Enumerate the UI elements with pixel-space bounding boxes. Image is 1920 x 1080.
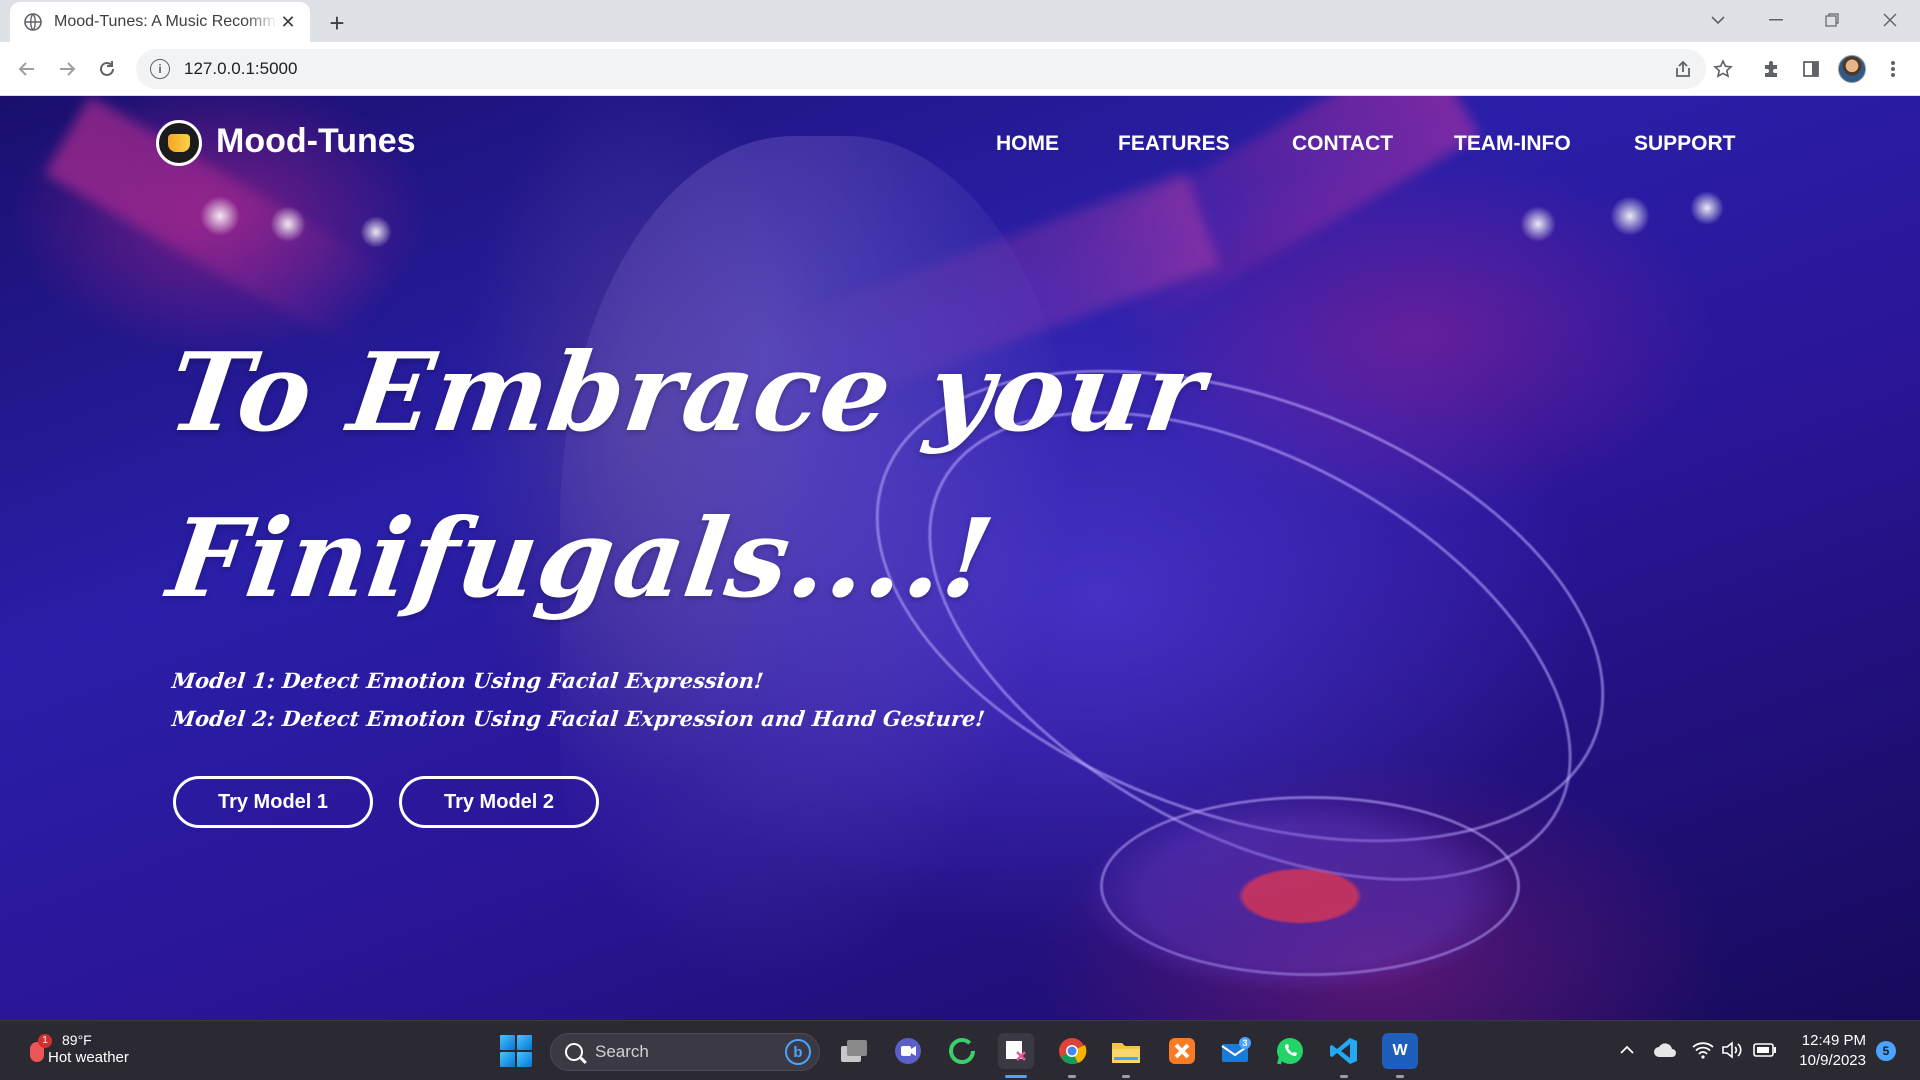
tab-search-icon[interactable] xyxy=(1690,0,1746,40)
model-1-description: Model 1: Detect Emotion Using Facial Exp… xyxy=(170,668,765,693)
site-navbar: Mood-Tunes HOME FEATURES CONTACT TEAM-IN… xyxy=(0,96,1920,196)
windows-start-icon[interactable] xyxy=(500,1035,532,1067)
volume-icon[interactable] xyxy=(1720,1037,1746,1063)
chevron-up-icon[interactable] xyxy=(1614,1037,1640,1063)
battery-icon[interactable] xyxy=(1752,1037,1778,1063)
browser-toolbar: i 127.0.0.1:5000 xyxy=(0,42,1920,96)
snipping-tool-icon[interactable] xyxy=(998,1033,1034,1069)
task-view-icon[interactable] xyxy=(836,1033,872,1069)
nav-support[interactable]: SUPPORT xyxy=(1634,132,1736,156)
site-brand[interactable]: Mood-Tunes xyxy=(216,122,416,161)
nav-team-info[interactable]: TEAM-INFO xyxy=(1454,132,1571,156)
weather-badge: 1 xyxy=(38,1033,52,1048)
hero-heading-line-2: Finifugals....! xyxy=(161,496,1002,622)
running-app-indicator xyxy=(1340,1075,1348,1078)
globe-icon xyxy=(24,13,42,31)
forward-arrow-icon[interactable] xyxy=(52,54,82,84)
extensions-puzzle-icon[interactable] xyxy=(1756,54,1786,84)
onedrive-cloud-icon[interactable] xyxy=(1652,1037,1678,1063)
active-app-indicator xyxy=(1005,1075,1027,1078)
share-icon[interactable] xyxy=(1668,54,1698,84)
bookmark-star-icon[interactable] xyxy=(1708,54,1738,84)
address-bar[interactable]: i 127.0.0.1:5000 xyxy=(136,49,1706,89)
spotlight xyxy=(1610,196,1650,236)
mail-icon[interactable]: 3 xyxy=(1218,1033,1254,1069)
spotlight xyxy=(200,196,240,236)
close-tab-icon[interactable]: ✕ xyxy=(278,12,298,32)
spotlight xyxy=(270,206,306,242)
headphones-logo-icon[interactable] xyxy=(156,120,202,166)
browser-tab[interactable]: Mood-Tunes: A Music Recommender ✕ xyxy=(10,2,310,42)
weather-description: Hot weather xyxy=(48,1049,129,1066)
chrome-icon[interactable] xyxy=(1054,1033,1090,1069)
minimize-button[interactable] xyxy=(1748,0,1804,40)
teams-meet-icon[interactable] xyxy=(890,1033,926,1069)
weather-temperature: 89°F xyxy=(62,1032,92,1048)
spotlight xyxy=(360,216,392,248)
clock-time: 12:49 PM xyxy=(1801,1032,1866,1049)
xampp-icon[interactable] xyxy=(1164,1033,1200,1069)
new-tab-button[interactable]: + xyxy=(322,8,352,38)
windows-taskbar: 1 89°F Hot weather Search b 3 W 12:49 PM… xyxy=(0,1020,1920,1080)
bing-icon[interactable]: b xyxy=(785,1039,811,1065)
profile-avatar[interactable] xyxy=(1838,55,1866,83)
system-clock[interactable]: 12:49 PM 10/9/2023 xyxy=(1786,1031,1866,1071)
running-app-indicator xyxy=(1068,1075,1076,1078)
hero-heading-line-1: To Embrace your xyxy=(161,330,1213,456)
turntable-deck xyxy=(1080,796,1520,996)
file-explorer-icon[interactable] xyxy=(1108,1033,1144,1069)
word-icon[interactable]: W xyxy=(1382,1033,1418,1069)
try-model-2-button[interactable]: Try Model 2 xyxy=(399,776,599,828)
webpage-hero: Mood-Tunes HOME FEATURES CONTACT TEAM-IN… xyxy=(0,96,1920,1020)
running-app-indicator xyxy=(1396,1075,1404,1078)
vscode-icon[interactable] xyxy=(1326,1033,1362,1069)
running-app-indicator xyxy=(1122,1075,1130,1078)
thermometer-icon: 1 xyxy=(26,1032,52,1066)
model-2-description: Model 2: Detect Emotion Using Facial Exp… xyxy=(170,706,987,731)
url-text: 127.0.0.1:5000 xyxy=(184,59,298,78)
nav-contact[interactable]: CONTACT xyxy=(1292,132,1393,156)
whatsapp-icon[interactable] xyxy=(1272,1033,1308,1069)
close-window-button[interactable] xyxy=(1862,0,1918,40)
search-icon xyxy=(565,1043,583,1061)
spotlight xyxy=(1520,206,1556,242)
clock-date: 10/9/2023 xyxy=(1799,1052,1866,1069)
nav-features[interactable]: FEATURES xyxy=(1118,132,1230,156)
browser-tab-strip: Mood-Tunes: A Music Recommender ✕ + xyxy=(0,0,1920,42)
reload-icon[interactable] xyxy=(92,54,122,84)
search-placeholder: Search xyxy=(595,1042,649,1061)
taskbar-search[interactable]: Search b xyxy=(550,1033,820,1071)
nav-home[interactable]: HOME xyxy=(996,132,1059,156)
browser-menu-icon[interactable] xyxy=(1878,54,1908,84)
mail-badge: 3 xyxy=(1242,1038,1247,1048)
wifi-icon[interactable] xyxy=(1690,1037,1716,1063)
spotlight xyxy=(1690,191,1724,225)
side-panel-icon[interactable] xyxy=(1796,54,1826,84)
tab-title: Mood-Tunes: A Music Recommender xyxy=(54,13,278,30)
try-model-1-button[interactable]: Try Model 1 xyxy=(173,776,373,828)
weather-widget[interactable]: 1 89°F Hot weather xyxy=(26,1031,129,1066)
refresh-app-icon[interactable] xyxy=(944,1033,980,1069)
notification-badge[interactable]: 5 xyxy=(1876,1041,1896,1061)
back-arrow-icon[interactable] xyxy=(12,54,42,84)
restore-button[interactable] xyxy=(1804,0,1860,40)
site-info-icon[interactable]: i xyxy=(150,59,170,79)
